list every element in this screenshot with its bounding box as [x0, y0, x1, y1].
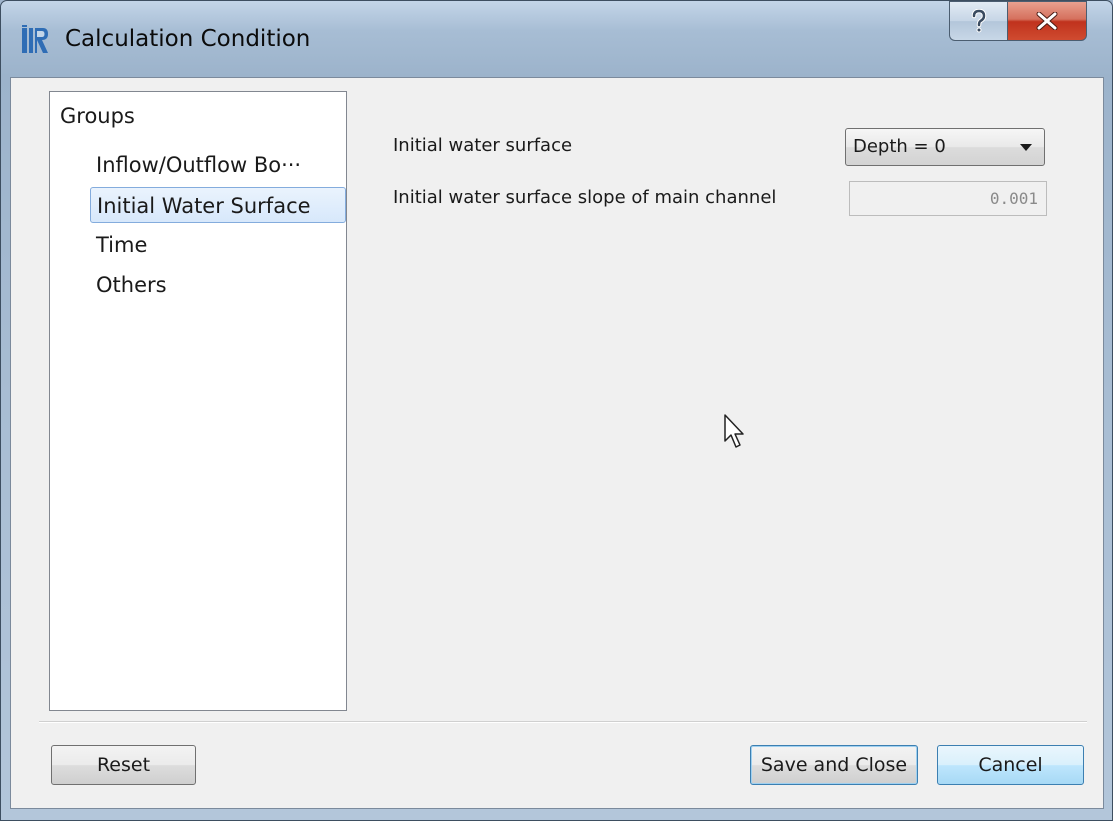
close-icon — [1036, 12, 1058, 30]
cancel-button[interactable]: Cancel — [937, 745, 1084, 785]
slope-label: Initial water surface slope of main chan… — [393, 187, 777, 208]
close-button[interactable] — [1007, 1, 1087, 41]
groups-header[interactable]: Groups — [60, 104, 135, 128]
help-icon — [971, 9, 986, 33]
separator — [39, 721, 1087, 723]
reset-button[interactable]: Reset — [51, 745, 196, 785]
groups-tree[interactable]: Groups Inflow/Outflow Bo··· Initial Wate… — [49, 91, 347, 711]
group-item-others[interactable]: Others — [90, 267, 346, 303]
slope-input[interactable]: 0.001 — [849, 181, 1047, 216]
calculation-condition-dialog: Calculation Condition Groups Inflow/Outf… — [0, 0, 1113, 821]
group-item-inflow-outflow[interactable]: Inflow/Outflow Bo··· — [90, 147, 346, 183]
save-and-close-button[interactable]: Save and Close — [750, 745, 918, 785]
mouse-cursor-icon — [724, 414, 744, 448]
dropdown-arrow-icon — [1020, 144, 1032, 151]
initial-water-surface-dropdown[interactable]: Depth = 0 — [845, 128, 1045, 166]
initial-water-surface-label: Initial water surface — [393, 135, 573, 156]
title-bar[interactable]: Calculation Condition — [1, 1, 1112, 77]
group-item-time[interactable]: Time — [90, 227, 346, 263]
window-title: Calculation Condition — [65, 26, 311, 52]
caption-buttons — [949, 1, 1087, 41]
group-item-initial-water-surface[interactable]: Initial Water Surface — [90, 187, 346, 223]
dialog-client-area: Groups Inflow/Outflow Bo··· Initial Wate… — [10, 77, 1104, 809]
iric-app-icon — [22, 25, 48, 53]
help-button[interactable] — [949, 1, 1007, 41]
dropdown-selected-value: Depth = 0 — [853, 136, 946, 157]
